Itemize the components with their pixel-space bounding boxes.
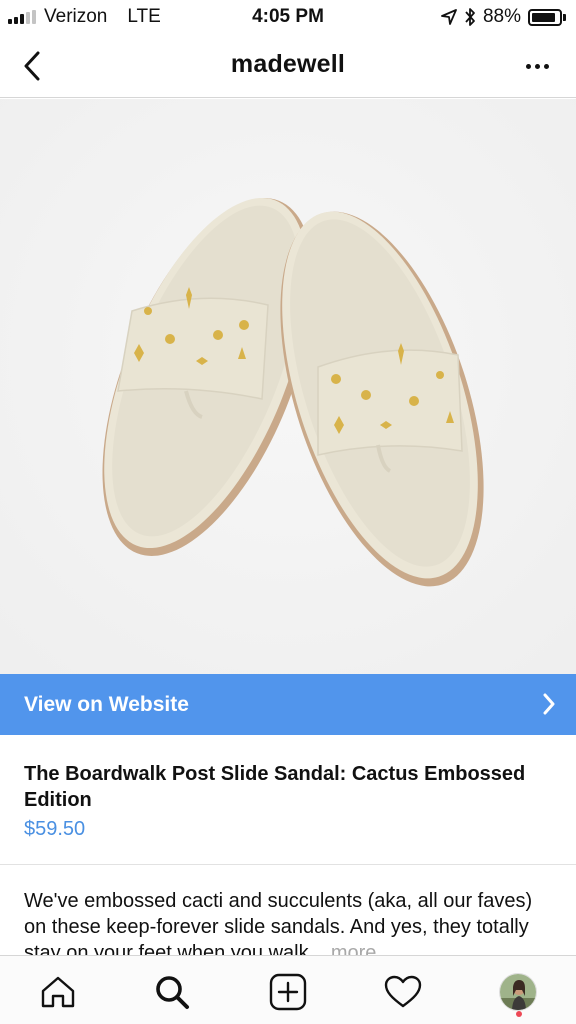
product-image[interactable] bbox=[0, 99, 576, 674]
product-price: $59.50 bbox=[24, 818, 86, 840]
view-on-website-label: View on Website bbox=[24, 692, 189, 716]
tab-activity[interactable] bbox=[383, 972, 423, 1012]
status-bar: Verizon LTE 4:05 PM 88% bbox=[0, 0, 576, 34]
battery-percent: 88% bbox=[482, 6, 521, 27]
heart-icon bbox=[384, 975, 422, 1008]
product-name: The Boardwalk Post Slide Sandal: Cactus … bbox=[24, 763, 526, 811]
tab-bar bbox=[0, 955, 576, 1024]
product-info: The Boardwalk Post Slide Sandal: Cactus … bbox=[0, 735, 576, 865]
tab-search[interactable] bbox=[152, 972, 192, 1012]
description-text: We've embossed cacti and succulents (aka… bbox=[24, 890, 533, 964]
nav-header: madewell bbox=[0, 34, 576, 98]
sandals-illustration bbox=[0, 99, 576, 674]
chevron-right-icon bbox=[543, 693, 555, 715]
tab-home[interactable] bbox=[38, 972, 78, 1012]
add-post-icon bbox=[269, 973, 307, 1011]
more-options-button[interactable] bbox=[522, 56, 552, 76]
tab-new-post[interactable] bbox=[268, 972, 308, 1012]
more-dot bbox=[543, 63, 549, 69]
battery-fill bbox=[532, 12, 555, 22]
status-right: 88% bbox=[441, 6, 566, 28]
home-icon bbox=[41, 976, 75, 1008]
more-dot bbox=[525, 63, 531, 69]
tab-profile[interactable] bbox=[498, 972, 538, 1012]
bluetooth-icon bbox=[465, 8, 475, 26]
page-title: madewell bbox=[230, 50, 346, 78]
more-dot bbox=[534, 63, 540, 69]
notification-dot bbox=[516, 1011, 522, 1017]
search-icon bbox=[156, 976, 189, 1009]
profile-avatar bbox=[499, 973, 537, 1011]
battery-icon bbox=[528, 8, 566, 26]
location-arrow-icon bbox=[441, 9, 457, 25]
view-on-website-button[interactable]: View on Website bbox=[0, 674, 576, 735]
